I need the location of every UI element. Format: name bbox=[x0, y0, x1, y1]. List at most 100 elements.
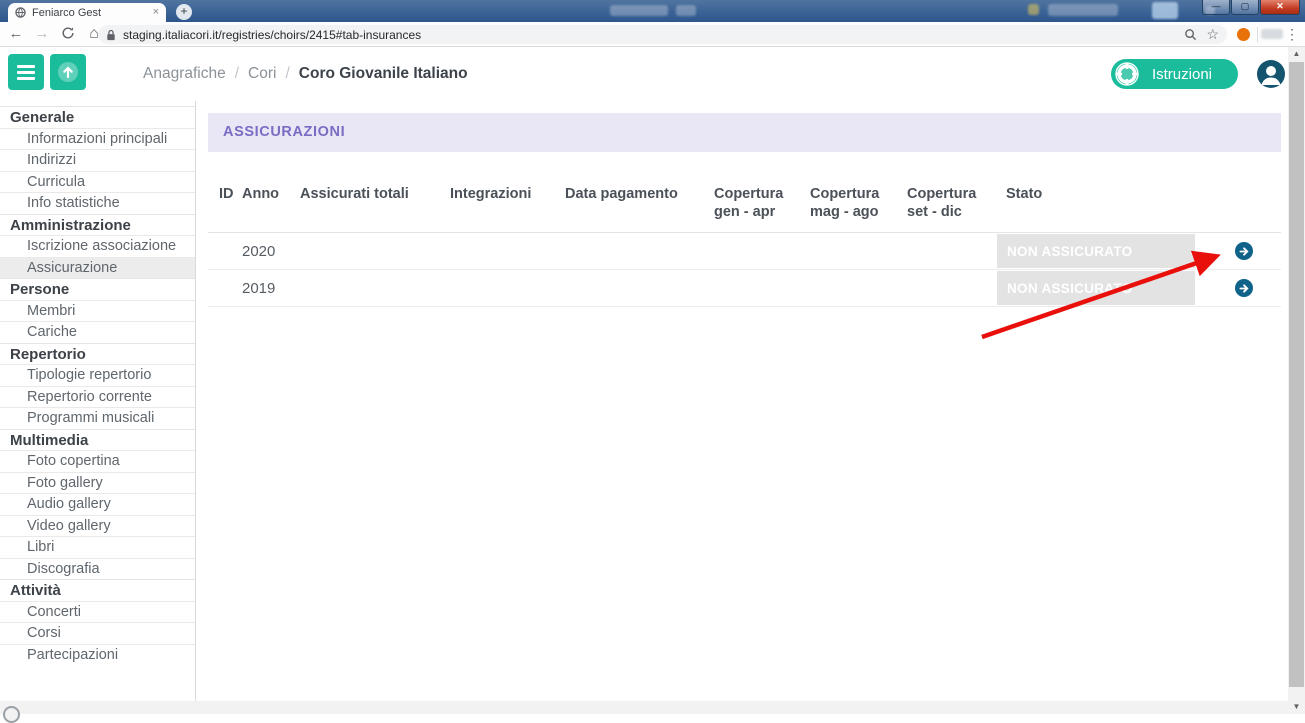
sidebar-item-libri[interactable]: Libri bbox=[0, 536, 195, 558]
cell-copertura-mag-ago bbox=[810, 270, 907, 306]
main-panel: ASSICURAZIONI IDAnnoAssicurati totaliInt… bbox=[196, 101, 1288, 701]
cell-anno: 2020 bbox=[242, 233, 300, 269]
open-row-button[interactable] bbox=[1235, 279, 1253, 297]
column-header-id: ID bbox=[208, 185, 242, 221]
cell-copertura-gen-apr bbox=[714, 233, 810, 269]
blurred-taskbar-text bbox=[676, 5, 696, 16]
cell-stato: NON ASSICURATO bbox=[1006, 233, 1281, 269]
sidebar-section-generale: Generale bbox=[0, 106, 195, 128]
bookmark-star-icon[interactable]: ☆ bbox=[1206, 26, 1219, 43]
browser-tab[interactable]: Feniarco Gest × bbox=[8, 3, 166, 22]
sidebar-item-info-statistiche[interactable]: Info statistiche bbox=[0, 192, 195, 214]
column-header-copertura-mag-ago: Copertura mag - ago bbox=[810, 185, 907, 221]
maximize-button[interactable]: ▢ bbox=[1231, 0, 1259, 15]
upload-button[interactable] bbox=[50, 54, 86, 90]
table-header-row: IDAnnoAssicurati totaliIntegrazioniData … bbox=[208, 185, 1281, 233]
close-tab-icon[interactable]: × bbox=[153, 7, 159, 18]
table-body: 2020 NON ASSICURATO 2019 NON ASSICURATO bbox=[208, 233, 1281, 307]
insurances-table: IDAnnoAssicurati totaliIntegrazioniData … bbox=[208, 185, 1281, 307]
cell-copertura-set-dic bbox=[907, 270, 1006, 306]
app-page: Anagrafiche / Cori / Coro Giovanile Italiano… bbox=[0, 47, 1288, 701]
breadcrumb-separator: / bbox=[285, 65, 289, 83]
table-row-2019: 2019 NON ASSICURATO bbox=[208, 270, 1281, 307]
breadcrumb-item-coro-giovanile-italiano[interactable]: Coro Giovanile Italiano bbox=[299, 65, 468, 83]
sidebar-section-multimedia: Multimedia bbox=[0, 429, 195, 451]
cell-copertura-set-dic bbox=[907, 233, 1006, 269]
column-header-assicurati-totali: Assicurati totali bbox=[300, 185, 450, 221]
sidebar-item-foto-copertina[interactable]: Foto copertina bbox=[0, 450, 195, 472]
sidebar-item-programmi-musicali[interactable]: Programmi musicali bbox=[0, 407, 195, 429]
scroll-up-icon[interactable]: ▲ bbox=[1288, 47, 1305, 61]
cell-stato: NON ASSICURATO bbox=[1006, 270, 1281, 306]
sidebar-item-audio-gallery[interactable]: Audio gallery bbox=[0, 493, 195, 515]
sidebar-item-membri[interactable]: Membri bbox=[0, 300, 195, 322]
extension-icon[interactable] bbox=[1237, 28, 1250, 41]
zoom-icon[interactable] bbox=[1184, 28, 1197, 41]
vertical-scrollbar[interactable]: ▲ ▼ bbox=[1288, 47, 1305, 714]
column-header-data-pagamento: Data pagamento bbox=[565, 185, 714, 221]
column-header-integrazioni: Integrazioni bbox=[450, 185, 565, 221]
instructions-button[interactable]: Istruzioni bbox=[1111, 59, 1238, 89]
lock-icon bbox=[106, 29, 116, 41]
instructions-label: Istruzioni bbox=[1152, 66, 1212, 83]
cell-copertura-gen-apr bbox=[714, 270, 810, 306]
cell-assicurati-totali bbox=[300, 233, 450, 269]
refresh-icon[interactable] bbox=[58, 26, 78, 46]
window-controls: — ▢ ✕ bbox=[1201, 0, 1300, 15]
new-tab-button[interactable]: + bbox=[176, 4, 192, 20]
cell-integrazioni bbox=[450, 233, 565, 269]
sidebar-item-curricula[interactable]: Curricula bbox=[0, 171, 195, 193]
horizontal-scrollbar[interactable] bbox=[0, 701, 1288, 714]
cell-integrazioni bbox=[450, 270, 565, 306]
help-bubble-icon[interactable] bbox=[3, 706, 20, 723]
sidebar-item-foto-gallery[interactable]: Foto gallery bbox=[0, 472, 195, 494]
sidebar-section-attivit: Attività bbox=[0, 579, 195, 601]
sidebar-item-assicurazione[interactable]: Assicurazione bbox=[0, 257, 195, 279]
favicon-globe-icon bbox=[15, 7, 26, 18]
sidebar-section-persone: Persone bbox=[0, 278, 195, 300]
sidebar-section-repertorio: Repertorio bbox=[0, 343, 195, 365]
close-window-button[interactable]: ✕ bbox=[1260, 0, 1300, 15]
person-icon bbox=[1257, 60, 1285, 88]
url-bar[interactable]: staging.italiacori.it/registries/choirs/… bbox=[98, 25, 1227, 44]
open-row-button[interactable] bbox=[1235, 242, 1253, 260]
sidebar-item-video-gallery[interactable]: Video gallery bbox=[0, 515, 195, 537]
sidebar-toggle-button[interactable] bbox=[8, 54, 44, 90]
lifebuoy-icon bbox=[1114, 61, 1140, 87]
column-header-stato: Stato bbox=[1006, 185, 1281, 221]
arrow-up-circle-icon bbox=[56, 60, 80, 84]
sidebar-item-informazioni-principali[interactable]: Informazioni principali bbox=[0, 128, 195, 150]
sidebar-item-discografia[interactable]: Discografia bbox=[0, 558, 195, 580]
minimize-button[interactable]: — bbox=[1202, 0, 1230, 15]
cell-data-pagamento bbox=[565, 270, 714, 306]
cell-data-pagamento bbox=[565, 233, 714, 269]
breadcrumb-separator: / bbox=[235, 65, 239, 83]
sidebar-item-tipologie-repertorio[interactable]: Tipologie repertorio bbox=[0, 364, 195, 386]
url-text[interactable]: staging.italiacori.it/registries/choirs/… bbox=[123, 28, 1174, 42]
vertical-scrollbar-thumb[interactable] bbox=[1289, 62, 1304, 687]
sidebar-item-partecipazioni[interactable]: Partecipazioni bbox=[0, 644, 195, 666]
sidebar-section-amministrazione: Amministrazione bbox=[0, 214, 195, 236]
breadcrumb-item-cori[interactable]: Cori bbox=[248, 65, 276, 83]
blurred-avatar-badge bbox=[1152, 2, 1178, 19]
tab-title: Feniarco Gest bbox=[32, 7, 153, 19]
browser-toolbar: ← → ⌂ staging.italiacori.it/registries/c… bbox=[0, 22, 1305, 47]
sidebar-item-indirizzi[interactable]: Indirizzi bbox=[0, 149, 195, 171]
panel-title: ASSICURAZIONI bbox=[208, 113, 1281, 152]
table-row-2020: 2020 NON ASSICURATO bbox=[208, 233, 1281, 270]
sidebar-item-repertorio-corrente[interactable]: Repertorio corrente bbox=[0, 386, 195, 408]
column-header-copertura-gen-apr: Copertura gen - apr bbox=[714, 185, 810, 221]
sidebar-item-corsi[interactable]: Corsi bbox=[0, 622, 195, 644]
back-icon[interactable]: ← bbox=[6, 24, 26, 44]
blurred-user-name bbox=[1048, 4, 1118, 16]
status-badge: NON ASSICURATO bbox=[997, 271, 1195, 305]
sidebar-item-cariche[interactable]: Cariche bbox=[0, 321, 195, 343]
scroll-down-icon[interactable]: ▼ bbox=[1288, 700, 1305, 714]
sidebar-item-iscrizione-associazione[interactable]: Iscrizione associazione bbox=[0, 235, 195, 257]
user-avatar[interactable] bbox=[1257, 60, 1285, 88]
browser-menu-icon[interactable]: ⋮ bbox=[1285, 25, 1299, 44]
cell-id bbox=[208, 270, 242, 306]
cell-anno: 2019 bbox=[242, 270, 300, 306]
breadcrumb-item-anagrafiche[interactable]: Anagrafiche bbox=[143, 65, 226, 83]
sidebar-item-concerti[interactable]: Concerti bbox=[0, 601, 195, 623]
